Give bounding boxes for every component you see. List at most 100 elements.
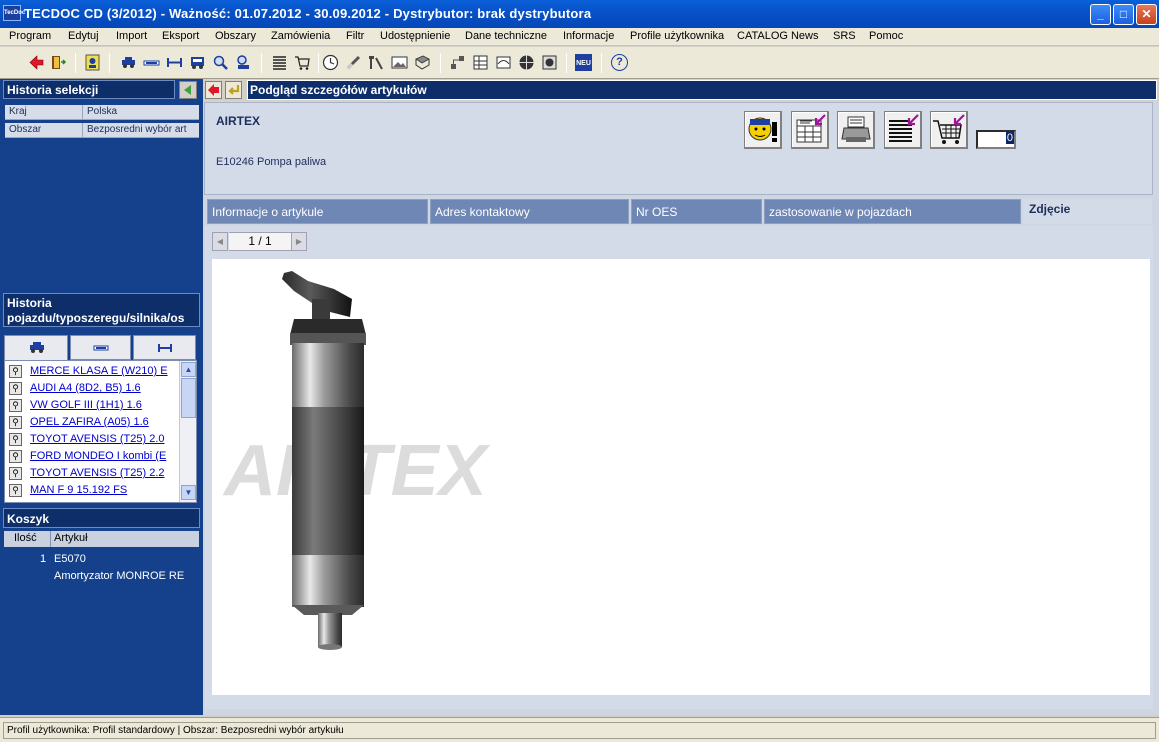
image-pager: ◀ 1 / 1 ▶ — [212, 232, 309, 251]
bus-icon[interactable] — [189, 54, 206, 71]
tools-icon[interactable] — [368, 54, 385, 71]
new-badge-icon[interactable]: NEU — [575, 54, 592, 71]
axle-icon[interactable] — [166, 54, 183, 71]
list-item[interactable]: ⚲ OPEL ZAFIRA (A05) 1.6 — [5, 414, 181, 431]
window-title: TECDOC CD (3/2012) - Ważność: 01.07.2012… — [24, 6, 592, 21]
tab-cars[interactable] — [4, 335, 68, 360]
minimize-button[interactable]: _ — [1090, 4, 1111, 25]
back-arrow-icon[interactable] — [28, 54, 45, 71]
magnifier-icon[interactable]: ⚲ — [9, 382, 22, 395]
tab-contact-address[interactable]: Adres kontaktowy — [430, 199, 629, 224]
vehicle-link[interactable]: FORD MONDEO I kombi (E — [30, 450, 180, 462]
vehicle-link[interactable]: MERCE KLASA E (W210) E — [30, 365, 180, 377]
tab-photo[interactable]: Zdjęcie — [1023, 199, 1152, 224]
grid-tool-icon[interactable] — [472, 54, 489, 71]
menu-program[interactable]: Program — [9, 30, 51, 42]
list-item[interactable]: ⚲ AUDI A4 (8D2, B5) 1.6 — [5, 380, 181, 397]
settings-icon[interactable] — [541, 54, 558, 71]
maximize-button[interactable]: □ — [1113, 4, 1134, 25]
menu-import[interactable]: Import — [116, 30, 147, 42]
vehicle-link[interactable]: MAN F 9 15.192 FS — [30, 484, 180, 496]
exit-door-icon[interactable] — [50, 54, 67, 71]
menu-dane-techniczne[interactable]: Dane techniczne — [465, 30, 547, 42]
menu-edytuj[interactable]: Edytuj — [68, 30, 99, 42]
cart-list-icon[interactable] — [294, 54, 311, 71]
menu-filtr[interactable]: Filtr — [346, 30, 364, 42]
vehicle-link[interactable]: OPEL ZAFIRA (A05) 1.6 — [30, 416, 180, 428]
vehicle-link[interactable]: TOYOT AVENSIS (T25) 2.0 — [30, 433, 180, 445]
list-item[interactable]: ⚲ VW GOLF III (1H1) 1.6 — [5, 397, 181, 414]
tab-oes-numbers[interactable]: Nr OES — [631, 199, 762, 224]
tab-article-info[interactable]: Informacje o artykule — [207, 199, 428, 224]
scroll-thumb[interactable] — [181, 378, 196, 418]
spark-plug-icon[interactable] — [345, 54, 362, 71]
menu-informacje[interactable]: Informacje — [563, 30, 614, 42]
basket-item[interactable]: 1 E5070 Amortyzator MONROE RE — [4, 549, 199, 589]
menu-pomoc[interactable]: Pomoc — [869, 30, 903, 42]
menu-zamowienia[interactable]: Zamówienia — [271, 30, 330, 42]
user-id-icon[interactable] — [84, 54, 101, 71]
magnifier-icon[interactable]: ⚲ — [9, 416, 22, 429]
tab-trucks[interactable] — [70, 335, 131, 360]
scroll-up-icon[interactable]: ▲ — [181, 362, 196, 377]
article-detail-panel: Podgląd szczegółów artykułów AIRTEX E102… — [203, 79, 1159, 715]
tab-vehicle-usage[interactable]: zastosowanie w pojazdach — [764, 199, 1021, 224]
menu-catalog-news[interactable]: CATALOG News — [737, 30, 819, 42]
collapse-left-button[interactable] — [179, 81, 197, 99]
back-button[interactable] — [205, 81, 222, 99]
list-item[interactable]: ⚲ MAN F 9 15.192 FS — [5, 482, 181, 499]
toolbar-separator — [440, 53, 441, 73]
vehicle-link[interactable]: VW GOLF III (1H1) 1.6 — [30, 399, 180, 411]
prev-image-button[interactable]: ◀ — [212, 232, 228, 251]
magnifier-icon[interactable]: ⚲ — [9, 365, 22, 378]
basket-item-qty: 1 — [40, 553, 47, 565]
menu-eksport[interactable]: Eksport — [162, 30, 199, 42]
magnifier-icon[interactable]: ⚲ — [9, 399, 22, 412]
vehicle-list-scrollbar[interactable]: ▲ ▼ — [179, 361, 196, 502]
clock-icon[interactable] — [322, 54, 339, 71]
list-item[interactable]: ⚲ MERCE KLASA E (W210) E — [5, 363, 181, 380]
book-icon[interactable] — [414, 54, 431, 71]
magnifier-icon[interactable]: ⚲ — [9, 450, 22, 463]
print-button[interactable] — [837, 111, 875, 149]
help-icon[interactable]: ? — [611, 54, 628, 71]
magnifier-icon[interactable]: ⚲ — [9, 433, 22, 446]
pager-text: 1 / 1 — [229, 232, 291, 251]
engine-icon[interactable] — [495, 54, 512, 71]
return-button[interactable] — [225, 81, 242, 99]
add-to-list-button[interactable] — [791, 111, 829, 149]
basket-header: Koszyk — [3, 508, 200, 528]
basket-col-article: Artykuł — [54, 532, 88, 544]
menu-srs[interactable]: SRS — [833, 30, 856, 42]
cart-add-icon — [933, 114, 965, 144]
magnifier-icon[interactable]: ⚲ — [9, 467, 22, 480]
list-item[interactable]: ⚲ FORD MONDEO I kombi (E — [5, 448, 181, 465]
photo-icon[interactable] — [391, 54, 408, 71]
search-magnifier-icon[interactable] — [212, 54, 229, 71]
article-info-button[interactable] — [744, 111, 782, 149]
truck-axle-icon[interactable] — [143, 54, 160, 71]
car-icon[interactable] — [120, 54, 137, 71]
quantity-input[interactable]: 0 — [976, 130, 1016, 149]
vehicle-link[interactable]: TOYOT AVENSIS (T25) 2.2 — [30, 467, 180, 479]
menu-obszary[interactable]: Obszary — [215, 30, 256, 42]
vehicle-link[interactable]: AUDI A4 (8D2, B5) 1.6 — [30, 382, 180, 394]
magnifier-icon[interactable]: ⚲ — [9, 484, 22, 497]
menu-profile[interactable]: Profile użytkownika — [630, 30, 724, 42]
add-to-parts-list-button[interactable] — [884, 111, 922, 149]
close-button[interactable]: ✕ — [1136, 4, 1157, 25]
network-icon[interactable] — [449, 54, 466, 71]
globe-icon[interactable] — [518, 54, 535, 71]
add-to-cart-button[interactable] — [930, 111, 968, 149]
toolbar-separator — [318, 53, 319, 73]
list-item[interactable]: ⚲ TOYOT AVENSIS (T25) 2.0 — [5, 431, 181, 448]
scroll-down-icon[interactable]: ▼ — [181, 485, 196, 500]
list-icon[interactable] — [271, 54, 288, 71]
menu-udostepnienie[interactable]: Udostępnienie — [380, 30, 450, 42]
basket-item-number: E5070 — [54, 553, 86, 565]
next-image-button[interactable]: ▶ — [291, 232, 307, 251]
list-item[interactable]: ⚲ TOYOT AVENSIS (T25) 2.2 — [5, 465, 181, 482]
tab-axles[interactable] — [133, 335, 196, 360]
app-logo-icon: TecDoc — [3, 5, 25, 21]
person-search-icon[interactable] — [235, 54, 252, 71]
